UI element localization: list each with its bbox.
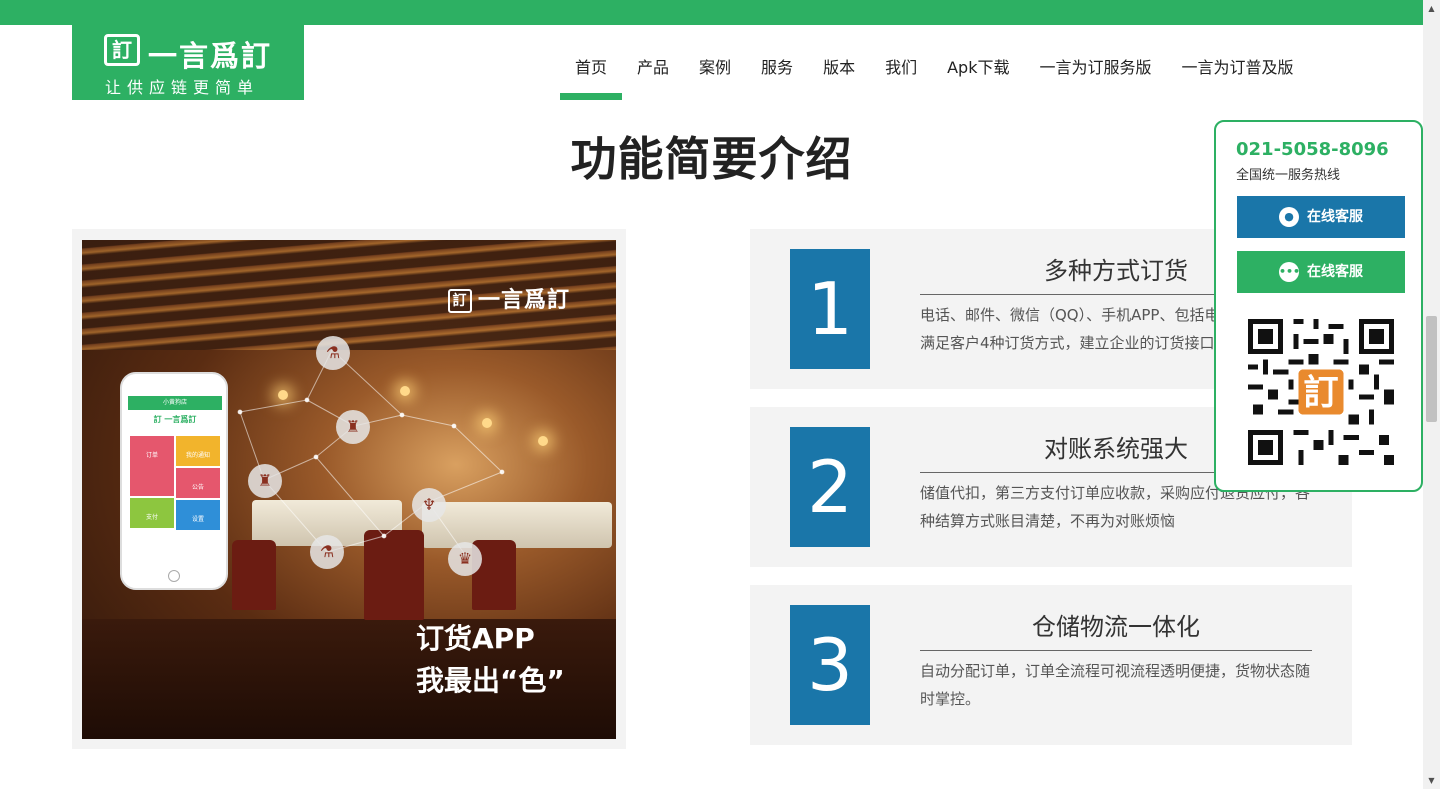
site-logo[interactable]: 訂 一言爲訂 让供应链更简单 xyxy=(72,25,304,100)
nav-item-services[interactable]: 服务 xyxy=(746,43,808,100)
wine-bottle-icon: ♜ xyxy=(336,410,370,444)
wechat-service-button[interactable]: ••• 在线客服 xyxy=(1237,251,1405,293)
qq-penguin-icon: ● xyxy=(1279,207,1299,227)
nav-item-products[interactable]: 产品 xyxy=(622,43,684,100)
phone-tile-announce: 公告 xyxy=(176,468,220,498)
promo-image-frame: ⚗ ♜ ♜ ♆ ⚗ ♛ 小黄狗店 訂 一言爲訂 订单 我的通知 公告 支付 设置… xyxy=(72,229,626,749)
feature-number: 3 xyxy=(790,605,870,725)
section-title: 功能简要介绍 xyxy=(570,132,853,186)
feature-description: 自动分配订单，订单全流程可视流程透明便捷，货物状态随时掌控。 xyxy=(920,662,1311,708)
phone-tile-notice: 我的通知 xyxy=(176,436,220,466)
main-nav: 首页 产品 案例 服务 版本 我们 Apk下载 一言为订服务版 一言为订普及版 xyxy=(560,43,1309,100)
flask-icon: ⚗ xyxy=(310,535,344,569)
scroll-up-arrow-icon[interactable]: ▲ xyxy=(1423,0,1440,17)
scrollbar-thumb[interactable] xyxy=(1426,316,1437,422)
hotline-number[interactable]: 021-5058-8096 xyxy=(1236,139,1389,160)
nav-item-home[interactable]: 首页 xyxy=(560,43,623,100)
nav-item-cases[interactable]: 案例 xyxy=(684,43,746,100)
phone-tile-orders: 订单 xyxy=(130,436,174,496)
nav-item-versions[interactable]: 版本 xyxy=(808,43,870,100)
image-brand-name: 一言爲訂 xyxy=(478,288,571,313)
promo-image: ⚗ ♜ ♜ ♆ ⚗ ♛ 小黄狗店 訂 一言爲訂 订单 我的通知 公告 支付 设置… xyxy=(82,240,616,739)
top-green-bar xyxy=(0,0,1423,25)
phone-header: 小黄狗店 xyxy=(128,396,222,410)
page-scrollbar[interactable]: ▲ ▼ xyxy=(1423,0,1440,789)
feature-title: 仓储物流一体化 xyxy=(920,607,1312,651)
logo-mark-icon: 訂 xyxy=(104,34,140,66)
wechat-chat-icon: ••• xyxy=(1279,262,1300,282)
phone-screen: 小黄狗店 訂 一言爲訂 订单 我的通知 公告 支付 设置 xyxy=(128,396,222,562)
phone-tile-settings: 设置 xyxy=(176,500,220,530)
image-brand-mark-icon: 訂 xyxy=(448,289,472,313)
qr-center-mark: 訂 xyxy=(1303,373,1338,414)
nav-item-apk-download[interactable]: Apk下载 xyxy=(932,43,1024,100)
feature-card: 3 仓储物流一体化 自动分配订单，订单全流程可视流程透明便捷，货物状态随时掌控。 xyxy=(750,585,1352,745)
wine-bottle-icon: ♜ xyxy=(248,464,282,498)
phone-tile-pay: 支付 xyxy=(130,498,174,528)
nav-item-service-edition[interactable]: 一言为订服务版 xyxy=(1024,43,1166,100)
wine-glass-icon: ♆ xyxy=(412,488,446,522)
feature-number: 1 xyxy=(790,249,870,369)
phone-home-button xyxy=(168,570,180,582)
logo-slogan: 让供应链更简单 xyxy=(105,78,260,97)
nav-item-about[interactable]: 我们 xyxy=(870,43,932,100)
image-caption-line1: 订货APP xyxy=(416,622,535,655)
qr-code: 訂 xyxy=(1248,319,1394,465)
logo-name: 一言爲訂 xyxy=(148,39,273,73)
wechat-service-label: 在线客服 xyxy=(1307,264,1363,280)
vase-icon: ♛ xyxy=(448,542,482,576)
feature-number: 2 xyxy=(790,427,870,547)
image-caption: 订货APP 我最出“色” xyxy=(416,618,565,702)
qq-service-button[interactable]: ● 在线客服 xyxy=(1237,196,1405,238)
flask-icon: ⚗ xyxy=(316,336,350,370)
customer-service-panel: 021-5058-8096 全国统一服务热线 ● 在线客服 ••• 在线客服 訂 xyxy=(1214,120,1423,492)
phone-mockup: 小黄狗店 訂 一言爲訂 订单 我的通知 公告 支付 设置 xyxy=(120,372,228,590)
scroll-down-arrow-icon[interactable]: ▼ xyxy=(1423,772,1440,789)
qq-service-label: 在线客服 xyxy=(1307,209,1363,225)
phone-logo: 訂 一言爲訂 xyxy=(153,415,197,424)
image-caption-line2: 我最出“色” xyxy=(416,664,565,697)
hotline-label: 全国统一服务热线 xyxy=(1236,168,1341,183)
image-brand: 訂一言爲訂 xyxy=(448,282,570,314)
nav-item-basic-edition[interactable]: 一言为订普及版 xyxy=(1166,43,1308,100)
